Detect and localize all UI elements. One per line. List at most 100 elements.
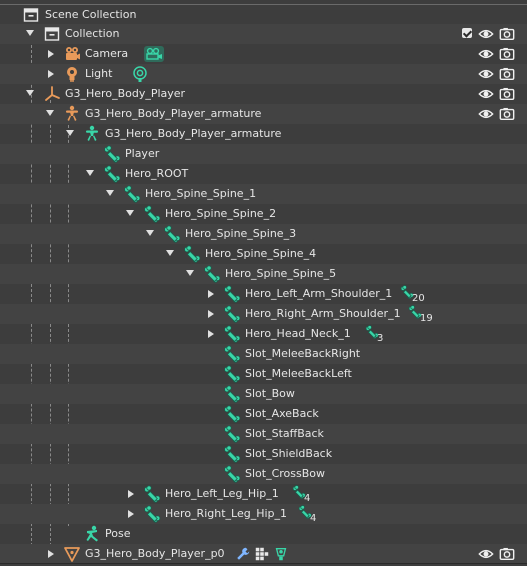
outliner-row-player[interactable]: Player: [0, 144, 527, 164]
row-label: Slot_MeleeBackRight: [245, 347, 361, 360]
outliner-row-hero-right-arm-shoulder-1[interactable]: Hero_Right_Arm_Shoulder_1 19: [0, 304, 527, 324]
bone-icon: [223, 445, 241, 463]
pose-icon: [83, 525, 101, 543]
row-label: Hero_Left_Leg_Hip_1: [165, 487, 279, 500]
row-label: Scene Collection: [45, 8, 137, 21]
wrench-icon[interactable]: [235, 546, 251, 564]
light-data-icon[interactable]: [131, 65, 149, 83]
expand-arrow-icon[interactable]: [128, 510, 134, 518]
expand-arrow-icon[interactable]: [48, 550, 54, 558]
child-bones-badge[interactable]: 4: [298, 505, 316, 524]
render-camera-icon[interactable]: [499, 546, 515, 562]
outliner-row-hero-left-leg-hip-1[interactable]: Hero_Left_Leg_Hip_1 4: [0, 484, 527, 504]
visibility-eye-icon[interactable]: [478, 46, 494, 62]
outliner-row-slot-staffback[interactable]: Slot_StaffBack: [0, 424, 527, 444]
row-label: Collection: [65, 27, 120, 40]
collapse-arrow-icon[interactable]: [106, 190, 114, 196]
render-camera-icon[interactable]: [499, 26, 515, 42]
vertex-groups-icon[interactable]: [254, 546, 270, 564]
child-bones-badge[interactable]: 19: [408, 305, 433, 324]
expand-arrow-icon[interactable]: [208, 310, 214, 318]
outliner-row-g3-hero-body-player-p0[interactable]: G3_Hero_Body_Player_p0: [0, 544, 527, 564]
row-label: Hero_Spine_Spine_3: [185, 227, 297, 240]
row-label: Slot_AxeBack: [245, 407, 319, 420]
collapse-arrow-icon[interactable]: [166, 250, 174, 256]
child-count: 20: [412, 293, 425, 304]
bone-icon: [223, 385, 241, 403]
outliner-row-hero-right-leg-hip-1[interactable]: Hero_Right_Leg_Hip_1 4: [0, 504, 527, 524]
outliner-panel: Scene Collection Collection Camera Light G3_…: [0, 0, 527, 566]
outliner-row-slot-meleebackright[interactable]: Slot_MeleeBackRight: [0, 344, 527, 364]
bone-icon: [203, 265, 221, 283]
expand-arrow-icon[interactable]: [208, 330, 214, 338]
outliner-row-collection[interactable]: Collection: [0, 24, 527, 44]
mesh-object-icon: [63, 545, 81, 563]
bone-icon: [163, 225, 181, 243]
bone-icon: [143, 485, 161, 503]
row-label: Hero_Right_Leg_Hip_1: [165, 507, 288, 520]
collapse-arrow-icon[interactable]: [126, 210, 134, 216]
outliner-row-hero-spine-spine-4[interactable]: Hero_Spine_Spine_4: [0, 244, 527, 264]
bone-icon: [223, 345, 241, 363]
row-label: Slot_StaffBack: [245, 427, 324, 440]
outliner-row-hero-spine-spine-2[interactable]: Hero_Spine_Spine_2: [0, 204, 527, 224]
child-count: 19: [420, 313, 433, 324]
child-bones-badge[interactable]: 20: [400, 285, 425, 304]
exclude-checkbox[interactable]: [462, 28, 472, 38]
outliner-row-slot-axeback[interactable]: Slot_AxeBack: [0, 404, 527, 424]
camera-data-icon[interactable]: [143, 45, 165, 63]
bone-icon: [223, 425, 241, 443]
outliner-row-hero-spine-spine-1[interactable]: Hero_Spine_Spine_1: [0, 184, 527, 204]
outliner-row-slot-crossbow[interactable]: Slot_CrossBow: [0, 464, 527, 484]
visibility-eye-icon[interactable]: [478, 66, 494, 82]
outliner-row-g3-hero-body-player[interactable]: G3_Hero_Body_Player: [0, 84, 527, 104]
outliner-row-slot-bow[interactable]: Slot_Bow: [0, 384, 527, 404]
render-camera-icon[interactable]: [499, 66, 515, 82]
visibility-eye-icon[interactable]: [478, 106, 494, 122]
bone-icon: [103, 145, 121, 163]
outliner-row-g3-hero-body-player-armature[interactable]: G3_Hero_Body_Player_armature: [0, 124, 527, 144]
expand-arrow-icon[interactable]: [48, 70, 54, 78]
expand-arrow-icon[interactable]: [208, 290, 214, 298]
armature-data-icon: [83, 125, 101, 143]
row-label: Hero_Spine_Spine_2: [165, 207, 277, 220]
collapse-arrow-icon[interactable]: [146, 230, 154, 236]
collapse-arrow-icon[interactable]: [66, 130, 74, 136]
collapse-arrow-icon[interactable]: [26, 30, 34, 36]
render-camera-icon[interactable]: [499, 46, 515, 62]
outliner-row-hero-root[interactable]: Hero_ROOT: [0, 164, 527, 184]
outliner-row-slot-meleebackleft[interactable]: Slot_MeleeBackLeft: [0, 364, 527, 384]
outliner-row-hero-spine-spine-5[interactable]: Hero_Spine_Spine_5: [0, 264, 527, 284]
collapse-arrow-icon[interactable]: [86, 170, 94, 176]
row-label: Camera: [85, 47, 129, 60]
visibility-eye-icon[interactable]: [478, 546, 494, 562]
row-label: G3_Hero_Body_Player_p0: [85, 547, 225, 560]
outliner-row-camera[interactable]: Camera: [0, 44, 527, 64]
outliner-row-hero-left-arm-shoulder-1[interactable]: Hero_Left_Arm_Shoulder_1 20: [0, 284, 527, 304]
bone-icon: [223, 405, 241, 423]
collection-icon: [43, 25, 61, 43]
outliner-row-light[interactable]: Light: [0, 64, 527, 84]
collapse-arrow-icon[interactable]: [46, 110, 54, 116]
expand-arrow-icon[interactable]: [48, 50, 54, 58]
collapse-arrow-icon[interactable]: [26, 90, 34, 96]
outliner-row-slot-shieldback[interactable]: Slot_ShieldBack: [0, 444, 527, 464]
render-camera-icon[interactable]: [499, 106, 515, 122]
child-bones-badge[interactable]: 3: [365, 325, 383, 344]
row-label: Player: [125, 147, 160, 160]
outliner-row-pose[interactable]: Pose: [0, 524, 527, 544]
expand-arrow-icon[interactable]: [128, 490, 134, 498]
scene-collection-icon: [22, 6, 40, 24]
outliner-row-g3-hero-body-player-armature[interactable]: G3_Hero_Body_Player_armature: [0, 104, 527, 124]
material-icon[interactable]: [273, 546, 289, 564]
child-bones-badge[interactable]: 4: [292, 485, 310, 504]
bone-icon: [223, 465, 241, 483]
outliner-row-hero-spine-spine-3[interactable]: Hero_Spine_Spine_3: [0, 224, 527, 244]
visibility-eye-icon[interactable]: [478, 86, 494, 102]
outliner-row-scene-collection[interactable]: Scene Collection: [0, 4, 527, 24]
outliner-row-hero-head-neck-1[interactable]: Hero_Head_Neck_1 3: [0, 324, 527, 344]
render-camera-icon[interactable]: [499, 86, 515, 102]
collapse-arrow-icon[interactable]: [186, 270, 194, 276]
light-object-icon: [63, 65, 81, 83]
visibility-eye-icon[interactable]: [478, 26, 494, 42]
